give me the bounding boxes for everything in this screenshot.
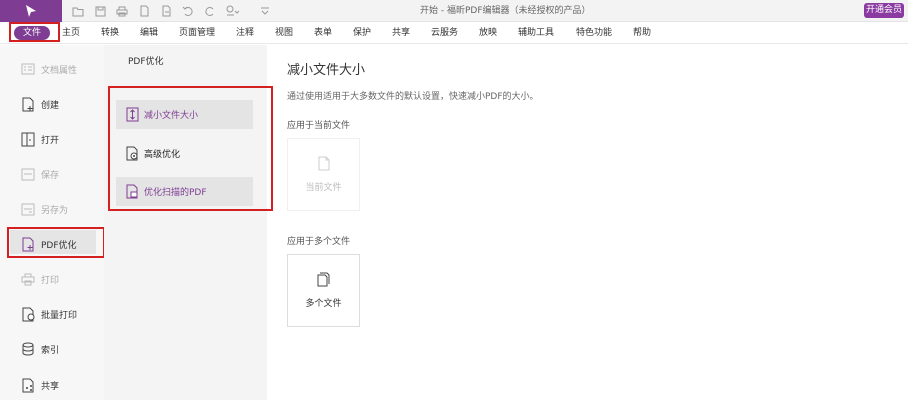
sidebar-item-open[interactable]: 打开 xyxy=(20,128,59,150)
tab-convert[interactable]: 转换 xyxy=(101,22,119,44)
current-file-section-label: 应用于当前文件 xyxy=(287,121,351,131)
document-properties-icon xyxy=(20,61,36,77)
tab-comment[interactable]: 注释 xyxy=(236,22,254,44)
sidebar-item-batch-print[interactable]: 批量打印 xyxy=(20,303,77,325)
tab-view[interactable]: 视图 xyxy=(275,22,293,44)
export-icon[interactable] xyxy=(158,3,174,19)
app-logo xyxy=(0,0,62,22)
current-file-label: 当前文件 xyxy=(305,183,342,193)
multi-file-section-label: 应用于多个文件 xyxy=(287,237,351,247)
current-file-card[interactable]: 当前文件 xyxy=(287,138,360,211)
print-icon xyxy=(20,271,36,287)
sidebar-item-create[interactable]: 创建 xyxy=(20,93,59,115)
sidebar-item-print[interactable]: 打印 xyxy=(20,268,59,290)
sidebar-item-share[interactable]: 共享 xyxy=(20,374,59,396)
tab-features[interactable]: 特色功能 xyxy=(576,22,612,44)
tab-cloud[interactable]: 云服务 xyxy=(431,22,458,44)
tab-home[interactable]: 主页 xyxy=(62,22,80,44)
page-description: 通过使用适用于大多数文件的默认设置，快速减小PDF的大小。 xyxy=(287,92,539,102)
options-highlight-frame xyxy=(108,86,273,211)
pen-nib-icon xyxy=(26,5,36,17)
index-icon xyxy=(20,341,36,357)
vip-button[interactable]: 开通会员 xyxy=(864,3,904,18)
customize-dropdown-icon[interactable] xyxy=(257,3,273,19)
print-icon[interactable] xyxy=(114,3,130,19)
open-icon xyxy=(20,131,36,147)
sidebar-item-document-properties[interactable]: 文档属性 xyxy=(20,58,77,80)
share-icon xyxy=(20,377,36,393)
batch-print-icon xyxy=(20,306,36,322)
tab-protect[interactable]: 保护 xyxy=(353,22,371,44)
multiple-documents-icon xyxy=(317,272,330,290)
tab-slideshow[interactable]: 放映 xyxy=(479,22,497,44)
save-as-icon xyxy=(20,201,36,217)
undo-icon[interactable] xyxy=(180,3,196,19)
create-icon xyxy=(20,96,36,112)
panel-title: PDF优化 xyxy=(128,57,164,67)
sidebar-item-save[interactable]: 保存 xyxy=(20,163,59,185)
page-title: 减小文件大小 xyxy=(287,63,366,78)
document-icon xyxy=(318,156,330,174)
folder-icon[interactable] xyxy=(70,3,86,19)
tab-edit[interactable]: 编辑 xyxy=(140,22,158,44)
tab-page-manage[interactable]: 页面管理 xyxy=(179,22,215,44)
file-tab-highlight-frame xyxy=(9,22,60,42)
sidebar-item-save-as[interactable]: 另存为 xyxy=(20,198,68,220)
title-bar: 开始 - 福昕PDF编辑器（未经授权的产品） 开通会员 xyxy=(0,0,908,22)
save-icon[interactable] xyxy=(92,3,108,19)
pdf-optimize-highlight-frame xyxy=(7,227,105,258)
multiple-files-card[interactable]: 多个文件 xyxy=(287,254,360,327)
menu-bar: 文件 主页 转换 编辑 页面管理 注释 视图 表单 保护 共享 云服务 放映 辅… xyxy=(0,22,908,44)
tab-share[interactable]: 共享 xyxy=(392,22,410,44)
sidebar-item-index[interactable]: 索引 xyxy=(20,338,59,360)
tab-accessibility[interactable]: 辅助工具 xyxy=(518,22,554,44)
new-document-icon[interactable] xyxy=(136,3,152,19)
tab-form[interactable]: 表单 xyxy=(314,22,332,44)
redo-icon[interactable] xyxy=(202,3,218,19)
window-title: 开始 - 福昕PDF编辑器（未经授权的产品） xyxy=(420,6,591,16)
multiple-files-label: 多个文件 xyxy=(305,299,342,309)
stamp-icon[interactable] xyxy=(224,3,240,19)
tab-help[interactable]: 帮助 xyxy=(633,22,651,44)
save-icon xyxy=(20,166,36,182)
